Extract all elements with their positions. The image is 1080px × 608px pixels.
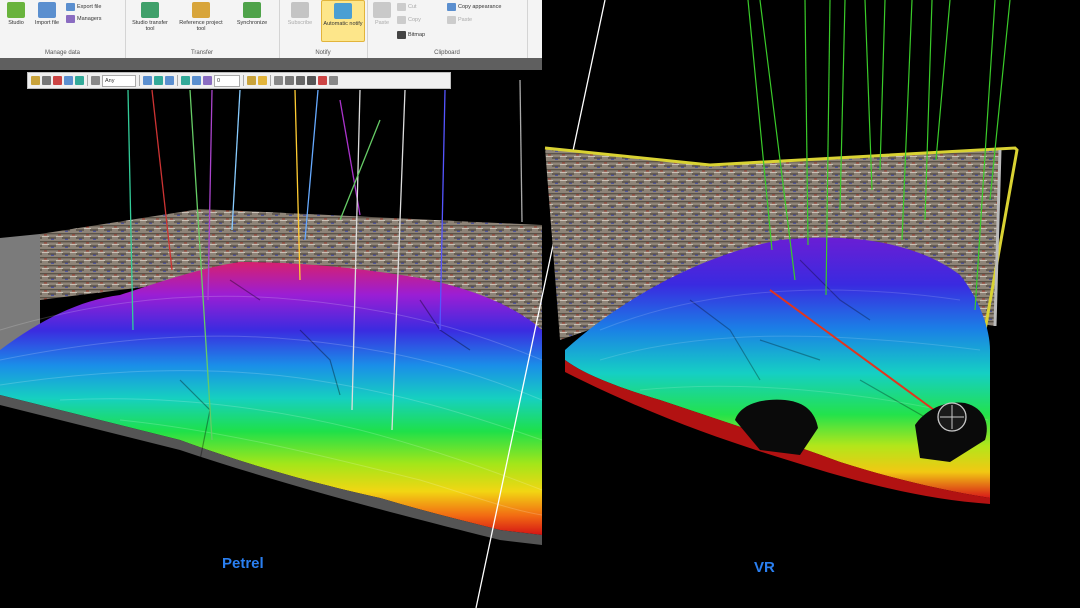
bitmap-button[interactable]: Bitmap [397,31,425,39]
managers-button[interactable]: Managers [66,15,101,23]
filter-dropdown[interactable]: Any [102,74,136,87]
edit-icon[interactable] [91,76,100,85]
studio-transfer-icon [141,2,159,18]
export-file-icon [66,3,75,11]
import-file-button[interactable]: Import file [33,0,61,26]
paste-button[interactable]: Paste [370,0,394,26]
toolbar-separator [243,75,244,86]
automatic-notify-icon [334,3,352,19]
subscribe-button[interactable]: Subscribe [282,0,318,26]
toolbar-separator [139,75,140,86]
export-file-button[interactable]: Export file [66,3,101,11]
bitmap-icon [397,31,406,39]
orient-icon[interactable] [181,76,190,85]
toolbar-separator [177,75,178,86]
scene-viewports [0,0,1019,608]
reference-project-icon [192,2,210,18]
camera-icon[interactable] [203,76,212,85]
copy-appearance-button[interactable]: Copy appearance [447,3,501,11]
axis-icon[interactable] [285,76,294,85]
light-icon[interactable] [247,76,256,85]
paste-icon [373,2,391,18]
synchronize-icon [243,2,261,18]
ribbon: Studio Import file Export file Managers … [0,0,542,59]
managers-icon [66,15,75,23]
subscribe-icon [291,2,309,18]
reference-project-tool-button[interactable]: Reference project tool [177,0,225,32]
home-icon[interactable] [75,76,84,85]
import-file-icon [38,2,56,18]
copy-icon [397,16,406,24]
ribbon-group-manage-data: Studio Import file Export file Managers … [0,0,126,58]
screen-icon[interactable] [296,76,305,85]
select-icon[interactable] [31,76,40,85]
toolbar-separator [87,75,88,86]
viewport-toolbar: Any 0 [27,72,451,89]
rotate-icon[interactable] [143,76,152,85]
pan-icon[interactable] [154,76,163,85]
view-icon[interactable] [64,76,73,85]
more-icon[interactable] [329,76,338,85]
display-icon[interactable] [258,76,267,85]
scissors-icon [397,3,406,11]
paste-appearance-button[interactable]: Paste [447,16,472,24]
zoom-icon[interactable] [165,76,174,85]
measure-icon[interactable] [274,76,283,85]
pick-icon[interactable] [53,76,62,85]
record-icon[interactable] [307,76,316,85]
vr-icon[interactable] [318,76,327,85]
studio-transfer-tool-button[interactable]: Studio transfer tool [128,0,172,32]
copy-appearance-icon [447,3,456,11]
cut-button[interactable]: Cut [397,3,417,11]
toolbar-separator [270,75,271,86]
pointer-icon[interactable] [42,76,51,85]
caption-vr: VR [754,559,775,576]
ribbon-group-transfer: Studio transfer tool Reference project t… [125,0,280,58]
studio-button[interactable]: Studio [2,0,30,26]
ribbon-group-clipboard: Paste Cut Copy Bitmap Copy appearance Pa… [367,0,528,58]
value-dropdown[interactable]: 0 [214,74,240,87]
ribbon-separator-bar [0,58,542,70]
paste-appearance-icon [447,16,456,24]
studio-icon [7,2,25,18]
synchronize-button[interactable]: Synchronize [229,0,275,26]
caption-petrel: Petrel [222,555,264,572]
grid-icon[interactable] [192,76,201,85]
copy-button[interactable]: Copy [397,16,421,24]
ribbon-group-notify: Subscribe Automatic notify Notify [279,0,368,58]
automatic-notify-button[interactable]: Automatic notify [321,0,365,42]
